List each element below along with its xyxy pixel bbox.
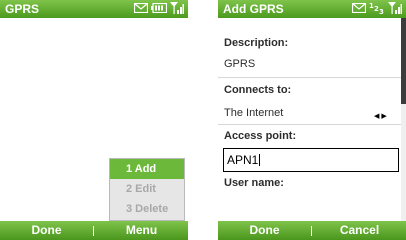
signal-icon [388, 1, 402, 18]
gprs-screen: GPRS 1 Add 2 Edit 3 Delete Done Menu [0, 0, 188, 240]
left-right-arrows-icon[interactable]: ◀▶ [374, 112, 389, 120]
access-point-value: APN1 [227, 153, 259, 167]
scroll-thumb[interactable] [401, 18, 406, 104]
signal-icon [170, 1, 184, 18]
scrollbar[interactable] [401, 18, 406, 221]
softkey-bar: Done Menu [0, 221, 188, 240]
description-label: Description: [224, 37, 289, 49]
description-value[interactable]: GPRS [224, 58, 255, 70]
popup-menu: 1 Add 2 Edit 3 Delete [109, 158, 185, 221]
connects-to-value[interactable]: The Internet [224, 107, 283, 119]
access-point-label: Access point: [224, 130, 297, 142]
status-icons [133, 1, 184, 18]
done-softkey[interactable]: Done [218, 221, 311, 240]
menu-item-add[interactable]: 1 Add [110, 159, 184, 179]
title-bar: Add GPRS 1 2 3 [218, 0, 406, 18]
field-divider [218, 124, 401, 125]
softkey-bar: Done Cancel [218, 221, 406, 240]
add-gprs-screen: Add GPRS 1 2 3 Description: GPRS Connect… [218, 0, 406, 240]
softkey-divider [93, 226, 94, 236]
title-bar: GPRS [0, 0, 188, 18]
screen-title: GPRS [5, 2, 40, 16]
access-point-input[interactable]: APN1 [223, 148, 399, 172]
battery-icon [151, 2, 168, 16]
menu-softkey[interactable]: Menu [95, 221, 188, 240]
svg-text:3: 3 [379, 8, 384, 15]
user-name-label: User name: [224, 177, 284, 189]
field-divider [218, 77, 401, 78]
input-mode-icon: 1 2 3 [369, 1, 385, 18]
menu-item-delete[interactable]: 3 Delete [110, 199, 184, 219]
done-softkey[interactable]: Done [0, 221, 93, 240]
status-icons: 1 2 3 [351, 1, 402, 18]
menu-item-edit[interactable]: 2 Edit [110, 179, 184, 199]
connects-to-label: Connects to: [224, 84, 292, 96]
envelope-icon [351, 2, 367, 16]
envelope-icon [133, 2, 149, 16]
text-caret [259, 154, 261, 166]
softkey-divider [311, 226, 312, 236]
screen-title: Add GPRS [223, 2, 284, 16]
cancel-softkey[interactable]: Cancel [313, 221, 406, 240]
